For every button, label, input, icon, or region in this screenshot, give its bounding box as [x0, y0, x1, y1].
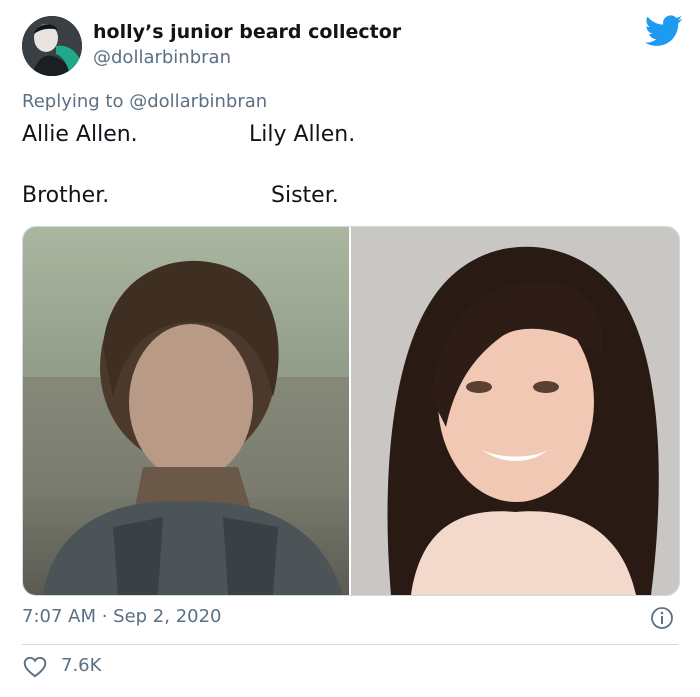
tweet-text-line-left-bottom: Brother. — [22, 183, 110, 208]
user-handle[interactable]: @dollarbinbran — [93, 47, 231, 68]
tweet-text-line-right-top: Lily Allen. — [249, 122, 356, 147]
tweet-text-line-left-top: Allie Allen. — [22, 122, 138, 147]
tweet-timestamp[interactable]: 7:07 AM · Sep 2, 2020 — [22, 606, 222, 627]
tweet-text-line-right-bottom: Sister. — [271, 183, 339, 208]
display-name[interactable]: holly’s junior beard collector — [93, 21, 401, 43]
media-grid — [22, 226, 680, 596]
media-photo-left[interactable] — [23, 227, 349, 595]
like-count[interactable]: 7.6K — [61, 655, 101, 676]
avatar-image — [22, 16, 82, 76]
info-icon[interactable] — [650, 606, 674, 630]
twitter-bird-icon[interactable] — [645, 14, 683, 48]
heart-icon[interactable] — [22, 654, 48, 680]
replying-handle-link[interactable]: @dollarbinbran — [129, 91, 267, 112]
replying-to: Replying to @dollarbinbran — [22, 91, 267, 112]
replying-prefix: Replying to — [22, 91, 130, 112]
divider — [22, 644, 678, 645]
media-photo-right[interactable] — [351, 227, 679, 595]
avatar[interactable] — [22, 16, 82, 76]
